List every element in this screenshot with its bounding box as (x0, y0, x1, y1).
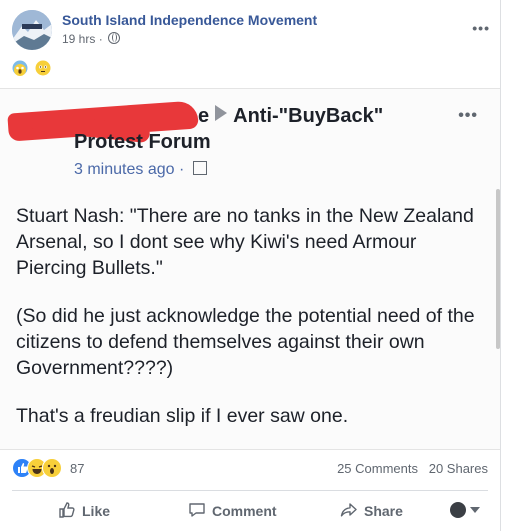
shares-count-link[interactable]: 20 Shares (429, 461, 488, 476)
scrollbar (496, 189, 500, 349)
chevron-down-icon (470, 506, 480, 513)
shared-post-screenshot[interactable]: e Anti-"BuyBack" Protest Forum 3 minutes … (0, 88, 500, 450)
share-arrow-icon (340, 501, 358, 522)
user-avatar (450, 501, 466, 518)
body-paragraph: (So did he just acknowledge the potentia… (16, 305, 475, 379)
shared-post-body: Stuart Nash: "There are no tanks in the … (16, 203, 486, 449)
wow-reaction-icon (42, 458, 62, 478)
post-stats: 87 25 Comments 20 Shares (12, 458, 492, 480)
page-name-link[interactable]: South Island Independence Movement (62, 12, 317, 28)
flushed-emoji-icon (35, 60, 51, 76)
share-label: Share (364, 503, 403, 519)
thumbs-up-icon (58, 501, 76, 522)
like-button[interactable]: Like (58, 501, 110, 522)
shared-more-options-icon: ••• (458, 107, 478, 124)
meta-separator: · (178, 161, 185, 178)
more-options-icon[interactable]: ••• (472, 20, 490, 36)
share-button[interactable]: Share (340, 501, 403, 522)
post-as-selector[interactable] (450, 501, 480, 519)
post-action-bar: Like Comment Share (12, 490, 488, 529)
reaction-summary[interactable] (12, 458, 62, 478)
post-caption (12, 60, 54, 80)
comment-icon (188, 501, 206, 522)
like-label: Like (82, 503, 111, 519)
group-name-line2: Protest Forum (74, 131, 211, 153)
group-privacy-icon (192, 161, 207, 175)
redacted-name-suffix: e (198, 105, 210, 127)
reaction-count[interactable]: 87 (70, 461, 84, 476)
page-avatar[interactable] (12, 10, 52, 50)
comments-count-link[interactable]: 25 Comments (337, 461, 418, 476)
body-paragraph: That's a freudian slip if I ever saw one… (16, 405, 349, 427)
shared-post-destination: e Anti-"BuyBack" (198, 105, 383, 128)
group-name: Anti-"BuyBack" (233, 105, 384, 127)
post-timestamp[interactable]: 19 hrs · (62, 32, 121, 46)
globe-icon (108, 32, 121, 44)
arrow-right-icon (215, 105, 228, 121)
comment-label: Comment (212, 503, 277, 519)
shared-post-time: 3 minutes ago (74, 161, 175, 178)
post-time[interactable]: 19 hrs (62, 32, 95, 46)
scream-emoji-icon (12, 60, 28, 76)
meta-separator: · (98, 32, 103, 46)
body-paragraph: Stuart Nash: "There are no tanks in the … (16, 205, 474, 279)
comment-button[interactable]: Comment (188, 501, 277, 522)
facebook-post-card: South Island Independence Movement 19 hr… (0, 0, 501, 531)
shared-post-meta: 3 minutes ago · (74, 161, 207, 179)
post-header: South Island Independence Movement 19 hr… (12, 10, 500, 50)
